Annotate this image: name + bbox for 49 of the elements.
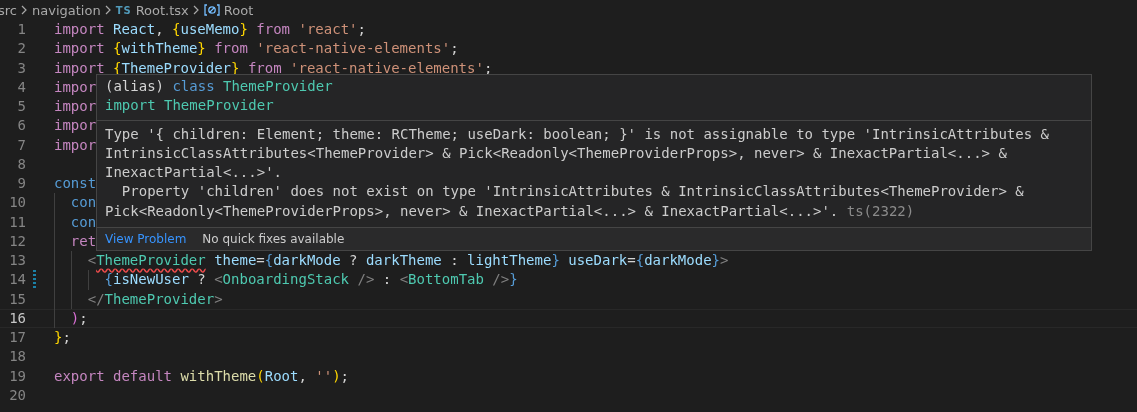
line-number: 5 bbox=[16, 97, 26, 116]
chevron-icon bbox=[192, 5, 200, 15]
code-line: import {withTheme} from 'react-native-elements'; bbox=[54, 39, 459, 59]
line-number: 18 bbox=[8, 347, 26, 367]
chevron-icon bbox=[104, 5, 112, 15]
line-number: 16 bbox=[8, 308, 26, 328]
code-line: impor bbox=[54, 77, 97, 97]
line-number: 10 bbox=[8, 193, 26, 213]
line-number: 6 bbox=[16, 116, 26, 136]
line-number: 17 bbox=[8, 328, 26, 347]
code-line: impor bbox=[54, 97, 97, 116]
view-problem-link[interactable]: View Problem bbox=[105, 231, 187, 246]
line-number: 7 bbox=[16, 135, 26, 155]
line-number: 9 bbox=[16, 174, 26, 193]
line-number: 11 bbox=[8, 212, 26, 232]
code-line: export default withTheme(Root, ''); bbox=[54, 366, 350, 386]
code-line: const bbox=[54, 174, 97, 193]
typescript-file-icon: TS bbox=[115, 4, 132, 16]
type-signature: import ThemeProvider bbox=[105, 96, 275, 116]
code-line: {isNewUser ? <OnboardingStack /> : <BottomTab />} bbox=[54, 270, 518, 290]
breadcrumb-item[interactable]: navigation bbox=[32, 2, 101, 18]
line-number: 15 bbox=[8, 289, 26, 309]
line-number: 4 bbox=[16, 77, 26, 97]
line-number: 20 bbox=[8, 385, 26, 405]
variable-symbol-icon bbox=[203, 3, 220, 17]
code-line: impor bbox=[54, 116, 97, 136]
line-number: 19 bbox=[8, 366, 26, 386]
line-number: 2 bbox=[16, 39, 26, 59]
line-number: 14 bbox=[8, 270, 26, 290]
chevron-icon bbox=[21, 5, 28, 15]
breadcrumb-item[interactable]: Root bbox=[223, 2, 254, 18]
line-number: 12 bbox=[8, 231, 26, 251]
code-line: impor bbox=[54, 135, 97, 155]
code-line: con bbox=[54, 193, 97, 213]
code-line: con bbox=[54, 212, 97, 232]
error-message: Type '{ children: Element; theme: RCTheme; useDark: boolean; }' is not assignable to type 'IntrinsicAttributes & IntrinsicClassAttributes<ThemeProvider> & Pick<Readonly<ThemeProviderProps>, never> & InexactPartial<...> & InexactPartial<...>'. Property 'children' does not exist on type 'IntrinsicAttributes & IntrinsicClassAttributes<ThemeProvider> & Pick<Readonly<ThemeProviderProps>, never> & InexactPartial<...> & InexactPartial<...>'. ts(2322) bbox=[105, 125, 1049, 219]
code-line: ); bbox=[54, 308, 88, 328]
line-number: 1 bbox=[16, 20, 26, 39]
code-line: <ThemeProvider theme={darkMode ? darkTheme : lightTheme} useDark={darkMode}> bbox=[54, 251, 729, 271]
breadcrumb-item[interactable]: Root.tsx bbox=[135, 2, 189, 18]
type-signature: (alias) class ThemeProvider bbox=[105, 77, 334, 96]
line-number: 13 bbox=[8, 251, 26, 270]
line-number: 8 bbox=[16, 154, 26, 174]
quick-fix-note: No quick fixes available bbox=[202, 231, 345, 246]
line-number: 3 bbox=[16, 58, 26, 78]
code-line: }; bbox=[54, 328, 71, 347]
code-line: import React, {useMemo} from 'react'; bbox=[54, 20, 366, 39]
code-line: ret bbox=[54, 231, 97, 251]
code-line: </ThemeProvider> bbox=[54, 289, 223, 309]
